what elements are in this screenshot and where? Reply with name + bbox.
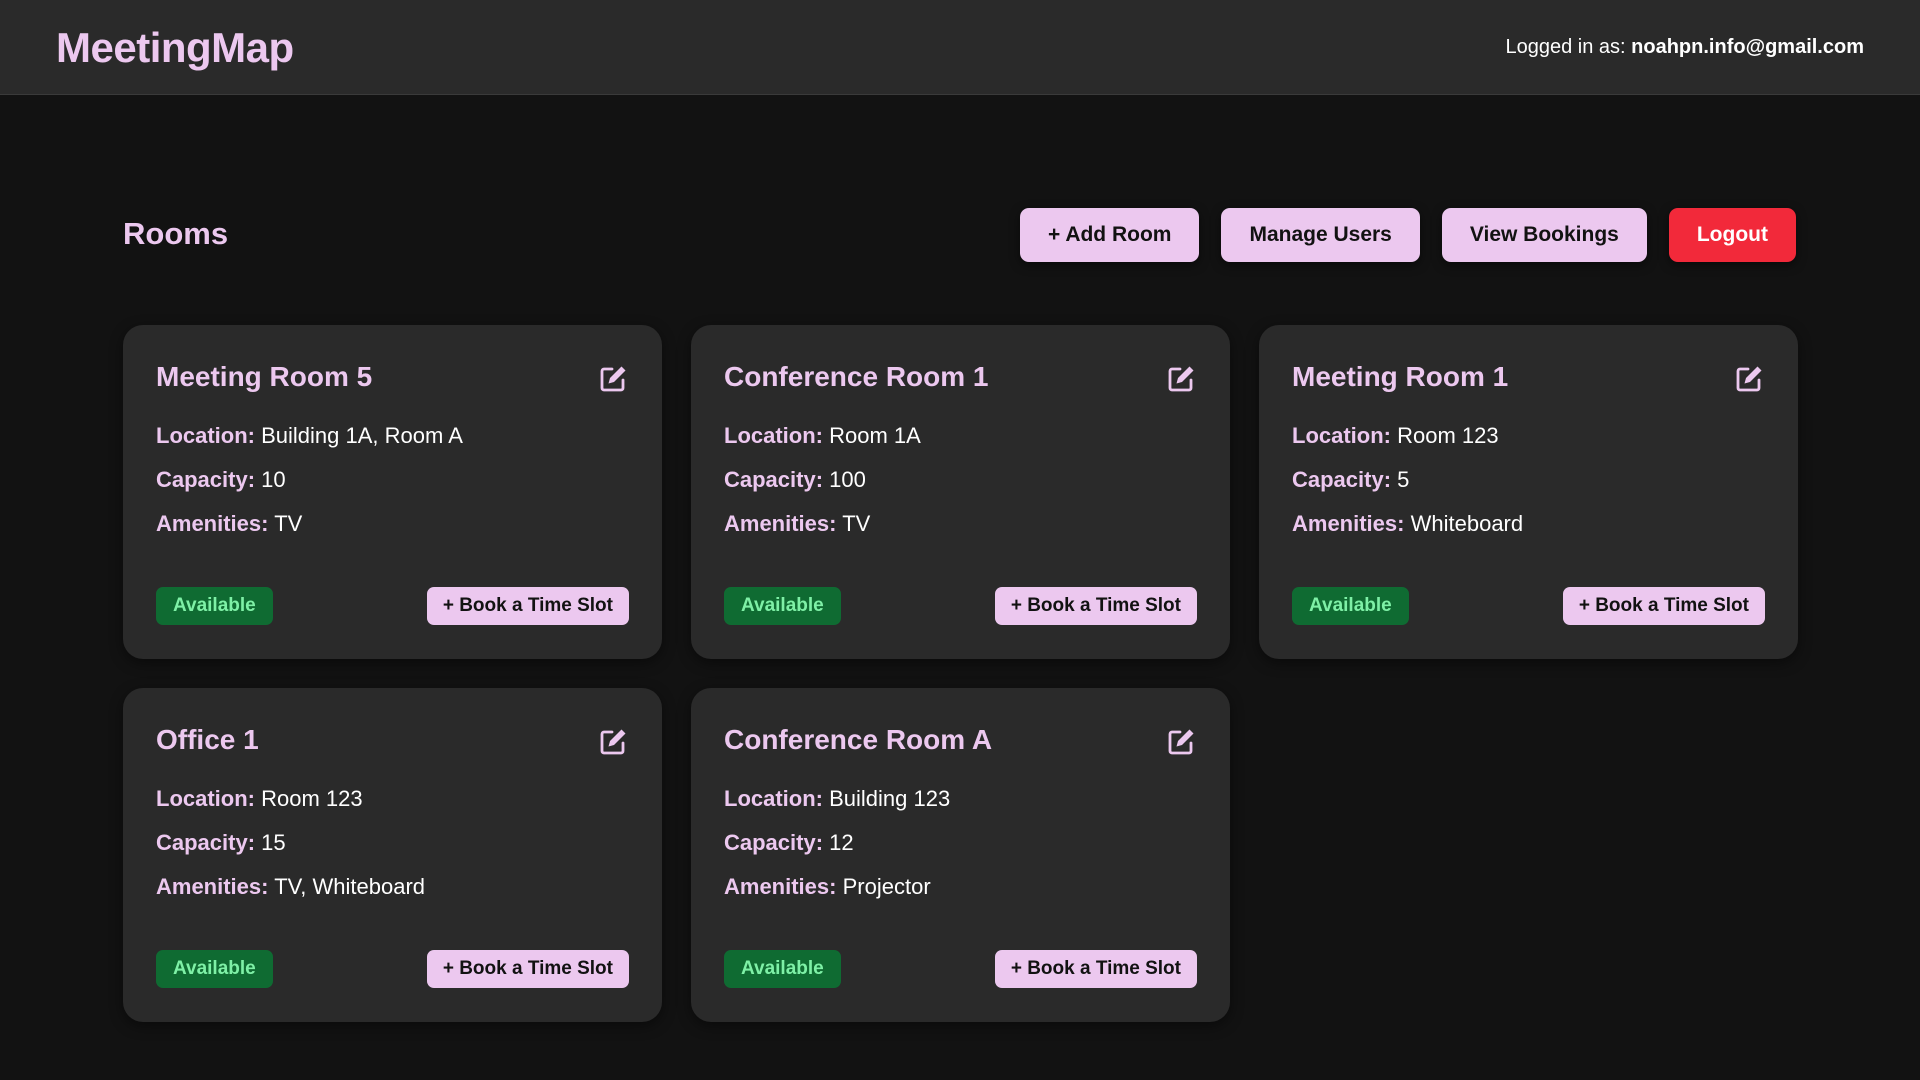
room-capacity: Capacity: 100	[724, 467, 866, 493]
room-card: Office 1 Location: Room 123 Capacity: 15…	[123, 688, 662, 1022]
user-email: noahpn.info@gmail.com	[1631, 36, 1864, 58]
room-card: Conference Room A Location: Building 123…	[691, 688, 1230, 1022]
status-badge: Available	[156, 950, 273, 988]
app-logo[interactable]: MeetingMap	[56, 24, 294, 72]
edit-icon[interactable]	[1165, 363, 1197, 395]
user-info: Logged in as: noahpn.info@gmail.com	[1505, 36, 1864, 59]
amenities-label: Amenities:	[1292, 511, 1405, 536]
room-capacity: Capacity: 10	[156, 467, 286, 493]
status-badge: Available	[724, 587, 841, 625]
room-capacity: Capacity: 12	[724, 830, 854, 856]
amenities-value: Projector	[842, 874, 931, 899]
capacity-label: Capacity:	[156, 830, 256, 855]
logout-button[interactable]: Logout	[1668, 208, 1796, 262]
room-card: Conference Room 1 Location: Room 1A Capa…	[691, 325, 1230, 659]
capacity-label: Capacity:	[724, 467, 824, 492]
location-value: Room 123	[1397, 423, 1499, 448]
location-value: Building 123	[829, 786, 951, 811]
page-title: Rooms	[123, 216, 229, 251]
capacity-label: Capacity:	[156, 467, 256, 492]
location-value: Room 123	[261, 786, 363, 811]
capacity-value: 100	[829, 467, 866, 492]
room-location: Location: Room 123	[1292, 423, 1499, 449]
room-name: Conference Room A	[724, 724, 993, 755]
room-capacity: Capacity: 5	[1292, 467, 1409, 493]
location-label: Location:	[1292, 423, 1391, 448]
status-badge: Available	[1292, 587, 1409, 625]
room-name: Meeting Room 1	[1292, 361, 1509, 392]
location-value: Building 1A, Room A	[261, 423, 463, 448]
edit-icon[interactable]	[597, 726, 629, 758]
edit-icon[interactable]	[597, 363, 629, 395]
room-card: Meeting Room 5 Location: Building 1A, Ro…	[123, 325, 662, 659]
book-time-slot-button[interactable]: + Book a Time Slot	[426, 950, 629, 988]
location-label: Location:	[724, 423, 823, 448]
book-time-slot-button[interactable]: + Book a Time Slot	[426, 587, 629, 625]
page-actions: + Add Room Manage Users View Bookings Lo…	[1020, 208, 1796, 262]
user-label: Logged in as:	[1505, 36, 1626, 58]
room-location: Location: Building 123	[724, 786, 950, 812]
room-amenities: Amenities: TV	[724, 511, 870, 537]
amenities-label: Amenities:	[724, 511, 837, 536]
edit-icon[interactable]	[1733, 363, 1765, 395]
view-bookings-button[interactable]: View Bookings	[1441, 208, 1647, 262]
manage-users-button[interactable]: Manage Users	[1221, 208, 1420, 262]
top-bar: MeetingMap Logged in as: noahpn.info@gma…	[0, 0, 1920, 95]
rooms-grid: Meeting Room 5 Location: Building 1A, Ro…	[123, 325, 1798, 1022]
capacity-value: 5	[1397, 467, 1410, 492]
capacity-value: 12	[829, 830, 854, 855]
room-location: Location: Room 123	[156, 786, 363, 812]
room-name: Conference Room 1	[724, 361, 989, 392]
room-location: Location: Room 1A	[724, 423, 921, 449]
amenities-value: Whiteboard	[1410, 511, 1524, 536]
amenities-label: Amenities:	[156, 874, 269, 899]
status-badge: Available	[156, 587, 273, 625]
amenities-value: TV, Whiteboard	[274, 874, 426, 899]
capacity-value: 10	[261, 467, 286, 492]
location-label: Location:	[156, 786, 255, 811]
book-time-slot-button[interactable]: + Book a Time Slot	[1562, 587, 1765, 625]
amenities-label: Amenities:	[156, 511, 269, 536]
status-badge: Available	[724, 950, 841, 988]
room-amenities: Amenities: TV, Whiteboard	[156, 874, 425, 900]
book-time-slot-button[interactable]: + Book a Time Slot	[994, 950, 1197, 988]
edit-icon[interactable]	[1165, 726, 1197, 758]
room-amenities: Amenities: TV	[156, 511, 302, 537]
amenities-value: TV	[842, 511, 871, 536]
room-capacity: Capacity: 15	[156, 830, 286, 856]
capacity-label: Capacity:	[1292, 467, 1392, 492]
location-value: Room 1A	[829, 423, 921, 448]
book-time-slot-button[interactable]: + Book a Time Slot	[994, 587, 1197, 625]
add-room-button[interactable]: + Add Room	[1020, 208, 1200, 262]
location-label: Location:	[156, 423, 255, 448]
room-location: Location: Building 1A, Room A	[156, 423, 463, 449]
room-amenities: Amenities: Projector	[724, 874, 931, 900]
room-card: Meeting Room 1 Location: Room 123 Capaci…	[1259, 325, 1798, 659]
amenities-label: Amenities:	[724, 874, 837, 899]
capacity-label: Capacity:	[724, 830, 824, 855]
location-label: Location:	[724, 786, 823, 811]
room-amenities: Amenities: Whiteboard	[1292, 511, 1523, 537]
amenities-value: TV	[274, 511, 303, 536]
room-name: Office 1	[156, 724, 259, 755]
room-name: Meeting Room 5	[156, 361, 373, 392]
capacity-value: 15	[261, 830, 286, 855]
